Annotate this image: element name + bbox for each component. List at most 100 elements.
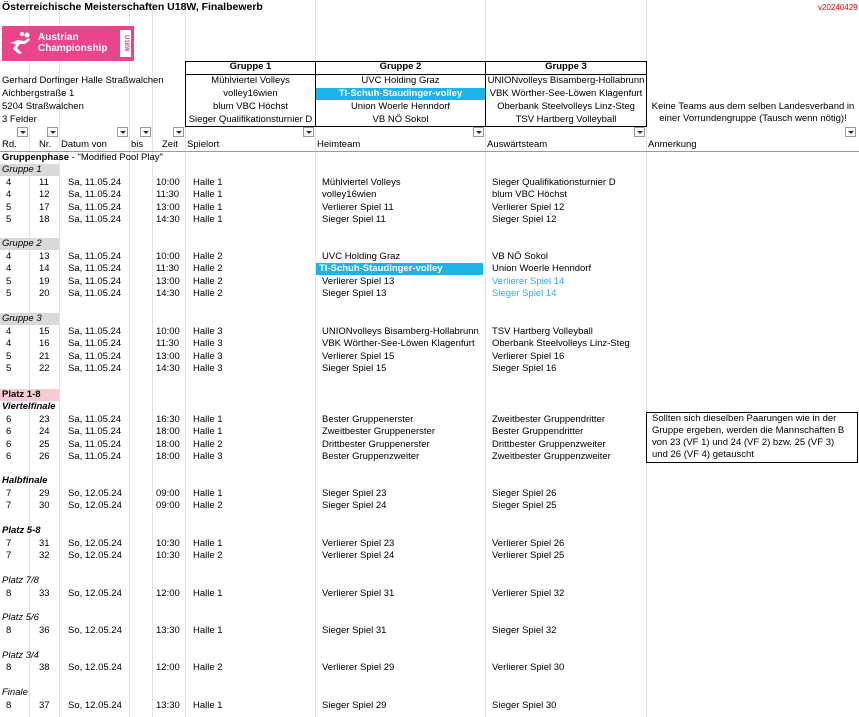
group-note: Keine Teams aus dem selben Landesverband…: [651, 101, 855, 124]
page-title: Österreichische Meisterschaften U18W, Fi…: [2, 1, 263, 13]
match-cell-rd: 5: [6, 363, 12, 375]
match-cell-rd: 5: [6, 288, 12, 300]
match-cell-heim: Sieger Spiel 23: [322, 488, 387, 499]
match-cell-rd: 4: [6, 326, 12, 337]
col-header-rd: Rd.: [2, 139, 17, 150]
match-cell-spielort: Halle 1: [193, 700, 223, 711]
match-cell-spielort: Halle 1: [193, 625, 223, 636]
match-cell-spielort: Halle 2: [193, 550, 223, 562]
match-cell-heim: Sieger Spiel 24: [322, 500, 387, 512]
match-cell-nr: 22: [39, 363, 50, 375]
filter-dropdown-aus[interactable]: [634, 127, 645, 137]
match-cell-aus: Sieger Spiel 30: [492, 700, 557, 711]
col-header-heim: Heimteam: [317, 139, 361, 150]
match-cell-zeit: 11:30: [156, 338, 180, 350]
match-cell-spielort: Halle 1: [193, 189, 223, 201]
match-cell-nr: 26: [39, 451, 50, 463]
section-label-platz-5-8: Platz 5-8: [2, 525, 41, 536]
match-cell-datum: Sa, 11.05.24: [68, 189, 122, 201]
match-cell-heim: VBK Wörther-See-Löwen Klagenfurt: [322, 338, 475, 350]
match-cell-nr: 24: [39, 426, 50, 438]
match-cell-zeit: 13:30: [156, 625, 180, 636]
filter-dropdown-spielort[interactable]: [303, 127, 314, 137]
match-cell-zeit: 09:00: [156, 488, 180, 499]
match-cell-rd: 6: [6, 414, 12, 425]
match-cell-aus: Verlierer Spiel 25: [492, 550, 565, 562]
venue-fields: 3 Felder: [2, 114, 37, 125]
match-cell-aus: Sieger Spiel 32: [492, 625, 557, 636]
match-cell-aus: VB NÖ Sokol: [492, 251, 548, 262]
match-cell-rd: 5: [6, 350, 12, 362]
col-header-spielort: Spielort: [187, 139, 220, 150]
note-line: Sollten sich dieselben Paarungen wie in …: [652, 413, 837, 424]
group-2-team: UVC Holding Graz: [361, 75, 440, 86]
match-cell-spielort: Halle 2: [193, 662, 223, 673]
section-label-gruppe-2: Gruppe 2: [2, 238, 42, 249]
match-cell-zeit: 11:30: [156, 263, 180, 275]
group-2-team-highlighted: TI-Schuh-Staudinger-volley: [316, 88, 485, 100]
match-cell-nr: 21: [39, 350, 50, 362]
match-cell-spielort: Halle 1: [193, 538, 223, 549]
match-cell-aus: Verlierer Spiel 26: [492, 538, 565, 549]
filter-dropdown-datum[interactable]: [117, 127, 128, 137]
match-cell-zeit: 12:00: [156, 662, 180, 673]
match-cell-datum: So, 12.05.24: [68, 500, 122, 512]
section-label-halbfinale: Halbfinale: [2, 475, 48, 486]
match-cell-spielort: Halle 2: [193, 438, 223, 450]
filter-dropdown-anm[interactable]: [845, 127, 856, 137]
match-cell-datum: Sa, 11.05.24: [68, 363, 122, 375]
match-cell-rd: 4: [6, 251, 12, 262]
match-cell-nr: 25: [39, 438, 50, 450]
match-cell-nr: 23: [39, 414, 50, 425]
match-cell-datum: So, 12.05.24: [68, 662, 122, 673]
group-3-team: TSV Hartberg Volleyball: [515, 114, 617, 125]
phase-label: Gruppenphase - "Modified Pool Play": [2, 152, 163, 163]
match-cell-heim: Sieger Spiel 13: [322, 288, 387, 300]
group-1-team: Sieger Qualifikationsturnier D: [188, 114, 313, 125]
match-cell-datum: So, 12.05.24: [68, 538, 122, 549]
venue-city: 5204 Straßwalchen: [2, 101, 84, 112]
match-cell-spielort: Halle 2: [193, 251, 223, 262]
match-cell-rd: 6: [6, 438, 12, 450]
group-2-team: Union Woerle Henndorf: [350, 101, 451, 112]
match-cell-aus: Bester Gruppendritter: [492, 426, 584, 438]
match-cell-spielort: Halle 2: [193, 275, 223, 287]
match-cell-rd: 4: [6, 263, 12, 275]
filter-dropdown-zeit[interactable]: [173, 127, 184, 137]
match-cell-nr: 33: [39, 588, 50, 599]
match-cell-zeit: 14:30: [156, 288, 180, 300]
col-header-aus: Auswärtsteam: [487, 139, 548, 150]
match-cell-spielort: Halle 2: [193, 263, 223, 275]
group-2-header: Gruppe 2: [379, 61, 422, 72]
match-cell-rd: 4: [6, 338, 12, 350]
match-cell-zeit: 10:30: [156, 538, 180, 549]
section-label-gruppe-3: Gruppe 3: [2, 313, 42, 324]
match-cell-rd: 7: [6, 550, 12, 562]
filter-dropdown-rd[interactable]: [17, 127, 28, 137]
filter-dropdown-bis[interactable]: [140, 127, 151, 137]
venue-street: Aichbergstraße 1: [2, 88, 75, 99]
match-cell-datum: Sa, 11.05.24: [68, 275, 122, 287]
match-cell-heim: Verlierer Spiel 24: [322, 550, 395, 562]
match-cell-datum: So, 12.05.24: [68, 700, 122, 711]
match-cell-aus: Verlierer Spiel 30: [492, 662, 565, 673]
filter-dropdown-heim[interactable]: [473, 127, 484, 137]
match-cell-zeit: 18:00: [156, 426, 180, 438]
match-cell-spielort: Halle 1: [193, 201, 223, 213]
group-1-team: blum VBC Höchst: [213, 101, 288, 112]
filter-dropdown-nr[interactable]: [47, 127, 58, 137]
match-cell-aus: Union Woerle Henndorf: [492, 263, 592, 275]
venue-hall: Gerhard Dorfinger Halle Straßwalchen: [2, 75, 164, 86]
match-cell-zeit: 09:00: [156, 500, 180, 512]
group-1-header: Gruppe 1: [229, 61, 272, 72]
match-cell-zeit: 10:00: [156, 177, 180, 188]
match-cell-zeit: 13:00: [156, 201, 180, 213]
match-cell-heim: Sieger Spiel 11: [322, 214, 386, 226]
match-cell-nr: 30: [39, 500, 50, 512]
match-cell-rd: 7: [6, 500, 12, 512]
match-cell-nr: 37: [39, 700, 50, 711]
match-cell-nr: 14: [39, 263, 50, 275]
match-cell-datum: Sa, 11.05.24: [68, 414, 122, 425]
section-label-gruppe-1: Gruppe 1: [2, 164, 42, 175]
group-3-header: Gruppe 3: [545, 61, 587, 72]
